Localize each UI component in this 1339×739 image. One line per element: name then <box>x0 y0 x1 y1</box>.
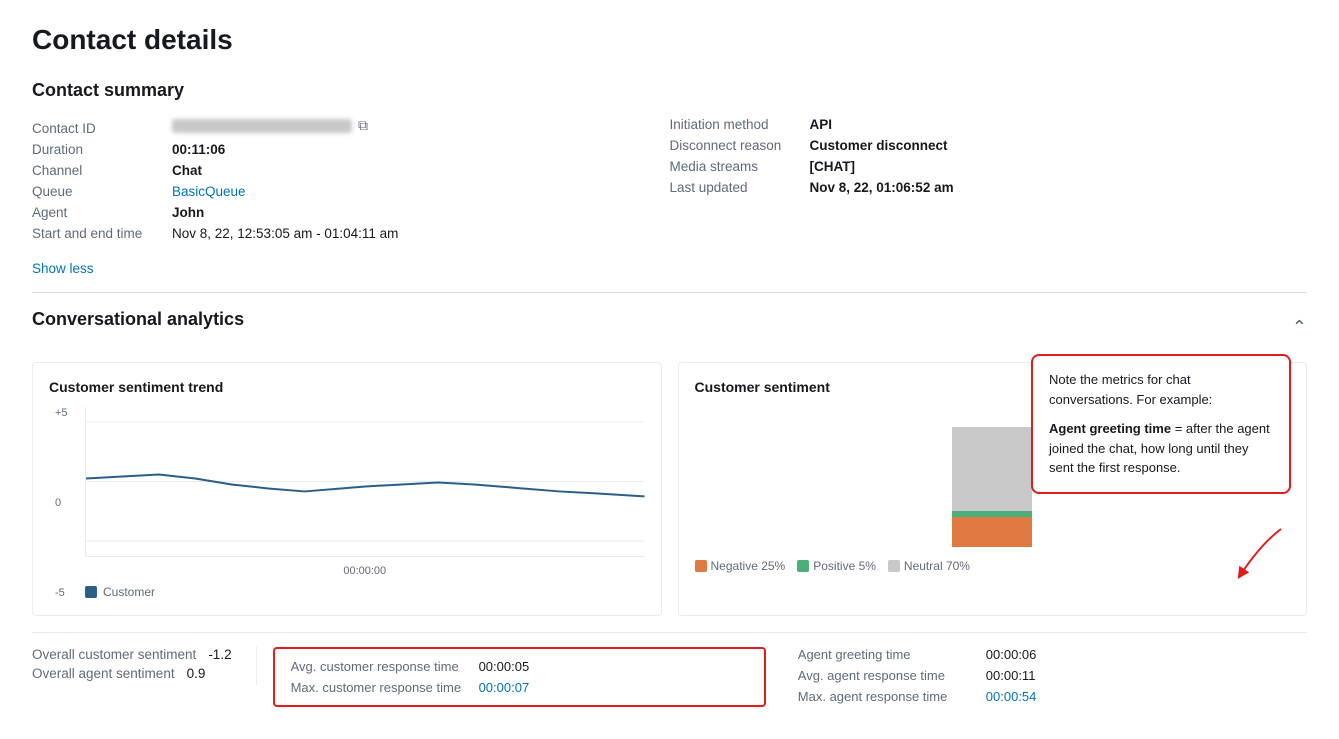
collapse-icon[interactable]: ⌃ <box>1292 317 1307 338</box>
overall-sentiments: Overall customer sentiment -1.2 Overall … <box>32 647 257 685</box>
contact-id-row: Contact ID ⧉ <box>32 117 670 136</box>
callout-arrow <box>1231 524 1291 587</box>
customer-legend-label: Customer <box>103 585 155 599</box>
contact-id-label: Contact ID <box>32 121 172 136</box>
sentiment-trend-title: Customer sentiment trend <box>49 379 645 395</box>
trend-svg <box>86 407 645 556</box>
queue-value[interactable]: BasicQueue <box>172 184 246 199</box>
customer-legend-dot <box>85 586 97 598</box>
initiation-method-value: API <box>810 117 833 132</box>
max-agent-response-label: Max. agent response time <box>798 689 978 704</box>
trend-legend: Customer <box>85 585 645 599</box>
bar-negative <box>952 517 1032 547</box>
neutral-legend-item: Neutral 70% <box>888 559 970 573</box>
agent-row: Agent John <box>32 205 670 220</box>
x-label: 00:00:00 <box>85 565 645 577</box>
queue-label: Queue <box>32 184 172 199</box>
avg-agent-response-row: Avg. agent response time 00:00:11 <box>798 668 1307 683</box>
max-customer-response-label: Max. customer response time <box>291 680 471 695</box>
analytics-header: Conversational analytics ⌃ <box>32 309 1307 346</box>
neutral-legend-label: Neutral 70% <box>904 559 970 573</box>
agent-greeting-time-row: Agent greeting time 00:00:06 <box>798 647 1307 662</box>
avg-customer-response-label: Avg. customer response time <box>291 659 471 674</box>
sentiment-chart-area <box>85 407 645 557</box>
sentiment-trend-chart: Customer sentiment trend +5 0 -5 <box>32 362 662 616</box>
avg-customer-response-row: Avg. customer response time 00:00:05 <box>291 659 748 674</box>
agent-greeting-time-label: Agent greeting time <box>798 647 978 662</box>
start-end-time-row: Start and end time Nov 8, 22, 12:53:05 a… <box>32 226 670 241</box>
agent-times-col: Agent greeting time 00:00:06 Avg. agent … <box>782 647 1307 704</box>
copy-icon[interactable]: ⧉ <box>358 117 368 134</box>
last-updated-label: Last updated <box>670 180 810 195</box>
overall-customer-label: Overall customer sentiment <box>32 647 196 662</box>
max-agent-response-row: Max. agent response time 00:00:54 <box>798 689 1307 704</box>
overall-customer-value: -1.2 <box>208 647 231 662</box>
callout-line1: Note the metrics for chat conversations.… <box>1049 370 1273 409</box>
callout-line2: Agent greeting time = after the agent jo… <box>1049 419 1273 478</box>
overall-agent-label: Overall agent sentiment <box>32 666 175 681</box>
neutral-swatch <box>888 560 900 572</box>
channel-row: Channel Chat <box>32 163 670 178</box>
max-customer-response-value[interactable]: 00:00:07 <box>479 680 530 695</box>
agent-label: Agent <box>32 205 172 220</box>
contact-id-value-wrapper: ⧉ <box>172 117 368 134</box>
agent-value: John <box>172 205 204 220</box>
max-customer-response-row: Max. customer response time 00:00:07 <box>291 680 748 695</box>
disconnect-reason-value: Customer disconnect <box>810 138 948 153</box>
metrics-bottom: Overall customer sentiment -1.2 Overall … <box>32 632 1307 707</box>
disconnect-reason-label: Disconnect reason <box>670 138 810 153</box>
contact-id-blurred <box>172 119 352 133</box>
analytics-title: Conversational analytics <box>32 309 244 330</box>
duration-row: Duration 00:11:06 <box>32 142 670 157</box>
queue-row: Queue BasicQueue <box>32 184 670 199</box>
last-updated-value: Nov 8, 22, 01:06:52 am <box>810 180 954 195</box>
callout-box: Note the metrics for chat conversations.… <box>1031 354 1291 494</box>
contact-summary-title: Contact summary <box>32 80 1307 101</box>
max-agent-response-value[interactable]: 00:00:54 <box>986 689 1037 704</box>
media-streams-value: [CHAT] <box>810 159 855 174</box>
response-times-box: Avg. customer response time 00:00:05 Max… <box>273 647 766 707</box>
callout-bold-text: Agent greeting time <box>1049 421 1171 436</box>
contact-summary-grid: Contact ID ⧉ Duration 00:11:06 Channel C… <box>32 117 1307 241</box>
avg-customer-response-value: 00:00:05 <box>479 659 530 674</box>
y-labels: +5 0 -5 <box>55 407 68 599</box>
contact-summary-left: Contact ID ⧉ Duration 00:11:06 Channel C… <box>32 117 670 241</box>
y-label-top: +5 <box>55 407 68 419</box>
avg-agent-response-value: 00:00:11 <box>986 668 1036 683</box>
media-streams-label: Media streams <box>670 159 810 174</box>
overall-agent-sentiment-row: Overall agent sentiment 0.9 <box>32 666 232 681</box>
overall-customer-sentiment-row: Overall customer sentiment -1.2 <box>32 647 232 662</box>
initiation-method-label: Initiation method <box>670 117 810 132</box>
contact-summary-right: Initiation method API Disconnect reason … <box>670 117 1308 241</box>
y-label-mid: 0 <box>55 497 68 509</box>
bar-neutral <box>952 427 1032 511</box>
start-end-time-label: Start and end time <box>32 226 172 241</box>
overall-agent-value: 0.9 <box>187 666 206 681</box>
arrow-svg <box>1231 524 1291 584</box>
duration-label: Duration <box>32 142 172 157</box>
duration-value: 00:11:06 <box>172 142 225 157</box>
section-divider-1 <box>32 292 1307 293</box>
page-title: Contact details <box>32 24 1307 56</box>
avg-agent-response-label: Avg. agent response time <box>798 668 978 683</box>
positive-legend-item: Positive 5% <box>797 559 876 573</box>
last-updated-row: Last updated Nov 8, 22, 01:06:52 am <box>670 180 1308 195</box>
channel-label: Channel <box>32 163 172 178</box>
sentiment-bar-stack <box>952 427 1032 547</box>
start-end-time-value: Nov 8, 22, 12:53:05 am - 01:04:11 am <box>172 226 398 241</box>
positive-swatch <box>797 560 809 572</box>
negative-legend-label: Negative 25% <box>711 559 786 573</box>
disconnect-reason-row: Disconnect reason Customer disconnect <box>670 138 1308 153</box>
contact-summary-section: Contact summary Contact ID ⧉ Duration 00… <box>32 80 1307 276</box>
positive-legend-label: Positive 5% <box>813 559 876 573</box>
initiation-method-row: Initiation method API <box>670 117 1308 132</box>
show-less-link[interactable]: Show less <box>32 261 94 276</box>
negative-swatch <box>695 560 707 572</box>
sentiment-legend: Negative 25% Positive 5% Neutral 70% <box>695 559 1291 573</box>
media-streams-row: Media streams [CHAT] <box>670 159 1308 174</box>
agent-greeting-time-value: 00:00:06 <box>986 647 1037 662</box>
channel-value: Chat <box>172 163 202 178</box>
y-label-bot: -5 <box>55 587 68 599</box>
negative-legend-item: Negative 25% <box>695 559 786 573</box>
